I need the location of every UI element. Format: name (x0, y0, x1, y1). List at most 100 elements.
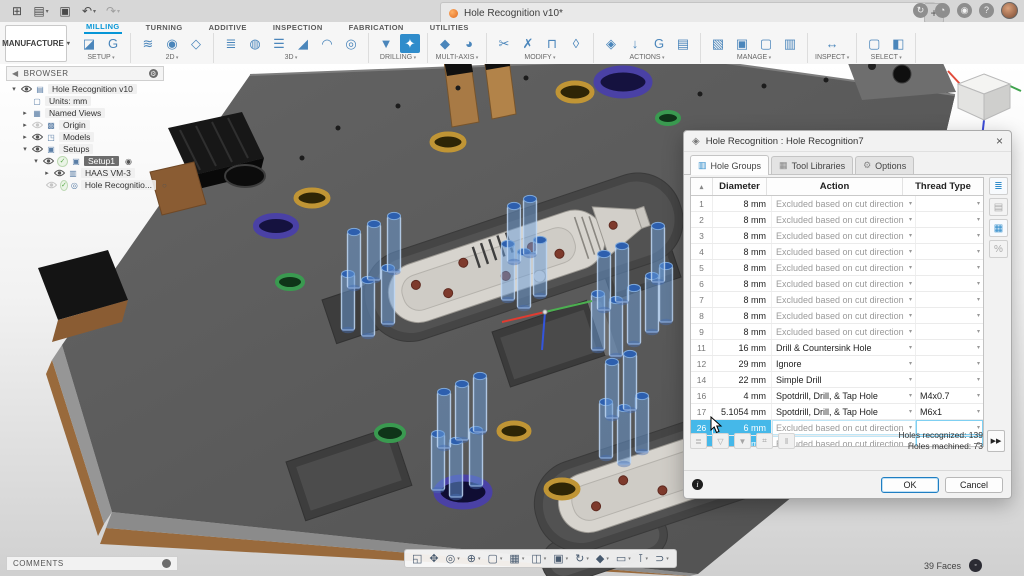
paint-select-icon[interactable]: ◧ (888, 34, 908, 53)
thread-type-select-7[interactable]: ▾ (916, 292, 983, 307)
dialog-tab-options[interactable]: ⚙ Options (855, 156, 915, 174)
visibility-eye-icon[interactable] (21, 85, 32, 93)
window-select-icon[interactable]: ▢ (864, 34, 884, 53)
hole-group-row-17[interactable]: 17 5.1054 mm Spotdrill, Drill, & Tap Hole ▾… (691, 404, 983, 420)
link-passes-icon[interactable]: ◊ (566, 34, 586, 53)
hole-group-row-4[interactable]: 48 mm Excluded based on cut direction ▾ ▾ (691, 244, 983, 260)
edit-selection-button[interactable]: ▦ (989, 219, 1008, 237)
visibility-eye-icon[interactable] (32, 121, 43, 129)
g1g2-icon[interactable]: G (649, 34, 669, 53)
hole-group-row-2[interactable]: 28 mm Excluded based on cut direction ▾ ▾ (691, 212, 983, 228)
help-icon[interactable]: ? (979, 3, 994, 18)
measure-icon[interactable]: ↔ (822, 34, 842, 53)
zoom-window-icon[interactable]: ⊕ ▾ (464, 551, 484, 566)
expand-arrow-icon[interactable]: ▾ (32, 157, 40, 165)
visibility-eye-icon[interactable] (54, 169, 65, 177)
ribbon-group-label[interactable]: SELECT (871, 54, 902, 61)
clock-icon[interactable]: ◔ (935, 3, 950, 18)
hole-group-row-7[interactable]: 78 mm Excluded based on cut direction ▾ ▾ (691, 292, 983, 308)
expand-arrow-icon[interactable]: ▾ (10, 85, 18, 93)
hole-group-row-12[interactable]: 12 29 mm Ignore ▾ ▾ (691, 356, 983, 372)
visibility-eye-icon[interactable] (46, 181, 57, 189)
thread-type-select-5[interactable]: ▾ (916, 260, 983, 275)
trim-icon[interactable]: ✂ (494, 34, 514, 53)
thread-type-select-16[interactable]: M4x0.7 ▾ (916, 388, 983, 403)
dialog-titlebar[interactable]: ◈ Hole Recognition : Hole Recognition7 × (684, 131, 1011, 152)
3d-scallop-icon[interactable]: ◠ (317, 34, 337, 53)
hole-recognition-icon[interactable]: ✦ (400, 34, 420, 53)
column-header-action[interactable]: Action (767, 178, 903, 195)
ribbon-group-label[interactable]: MODIFY (524, 54, 555, 61)
multiaxis-flow-icon[interactable]: ◕ (459, 34, 479, 53)
3d-spiral-icon[interactable]: ◎ (341, 34, 361, 53)
action-select-14[interactable]: Simple Drill ▾ (772, 372, 916, 387)
collapse-panel-icon[interactable]: ◀ (12, 69, 19, 78)
browser-item-setups[interactable]: ▾ ▣ Setups (6, 143, 164, 155)
thread-type-select-9[interactable]: ▾ (916, 324, 983, 339)
ribbon-tab-fabrication[interactable]: FABRICATION (347, 22, 406, 33)
ribbon-tab-inspection[interactable]: INSPECTION (271, 22, 325, 33)
group-by-type-button[interactable]: ▤ (989, 198, 1008, 216)
thread-type-select-4[interactable]: ▾ (916, 244, 983, 259)
thread-type-select-1[interactable]: ▾ (916, 196, 983, 211)
hole-group-row-9[interactable]: 98 mm Excluded based on cut direction ▾ ▾ (691, 324, 983, 340)
hole-group-row-1[interactable]: 18 mm Excluded based on cut direction ▾ ▾ (691, 196, 983, 212)
markup-icon[interactable]: ⊺ ▾ (635, 551, 651, 566)
thread-type-select-6[interactable]: ▾ (916, 276, 983, 291)
cancel-button[interactable]: Cancel (945, 476, 1003, 493)
action-select-6[interactable]: Excluded based on cut direction ▾ (772, 276, 916, 291)
browser-item-units-mm[interactable]: ▢ Units: mm (6, 95, 164, 107)
user-avatar[interactable] (1001, 2, 1018, 19)
column-header-diameter[interactable]: Diameter (713, 178, 767, 195)
hole-group-row-3[interactable]: 38 mm Excluded based on cut direction ▾ ▾ (691, 228, 983, 244)
action-select-5[interactable]: Excluded based on cut direction ▾ (772, 260, 916, 275)
flip-pages-button[interactable]: ▶▶ (987, 430, 1005, 452)
notifications-icon[interactable]: ◉ (957, 3, 972, 18)
thread-type-select-2[interactable]: ▾ (916, 212, 983, 227)
browser-item-origin[interactable]: ▸ ▩ Origin (6, 119, 164, 131)
3d-steep-shallow-icon[interactable]: ◢ (293, 34, 313, 53)
ribbon-tab-utilities[interactable]: UTILITIES (428, 22, 471, 33)
action-select-4[interactable]: Excluded based on cut direction ▾ (772, 244, 916, 259)
expand-arrow-icon[interactable]: ▸ (21, 109, 29, 117)
hole-group-row-8[interactable]: 88 mm Excluded based on cut direction ▾ ▾ (691, 308, 983, 324)
action-select-3[interactable]: Excluded based on cut direction ▾ (772, 228, 916, 243)
hole-group-row-6[interactable]: 68 mm Excluded based on cut direction ▾ ▾ (691, 276, 983, 292)
tool-display-icon[interactable]: ▭ ▾ (613, 551, 634, 566)
browser-item-hole-recognition-v10[interactable]: ▾ ▤ Hole Recognition v10 (6, 83, 164, 95)
ribbon-group-label[interactable]: DRILLING (380, 54, 416, 61)
new-setup-icon[interactable]: ◪ (79, 34, 99, 53)
fit-icon[interactable]: ◱ (409, 551, 425, 566)
browser-item-named-views[interactable]: ▸ ▦ Named Views (6, 107, 164, 119)
column-header-thread-type[interactable]: Thread Type (903, 178, 983, 195)
templates-icon[interactable]: ▥ (780, 34, 800, 53)
action-select-8[interactable]: Excluded based on cut direction ▾ (772, 308, 916, 323)
filter-list-icon[interactable]: ≣ (690, 433, 707, 449)
activate-radio-icon[interactable]: ◉ (125, 157, 132, 166)
action-select-7[interactable]: Excluded based on cut direction ▾ (772, 292, 916, 307)
thread-type-select-12[interactable]: ▾ (916, 356, 983, 371)
ribbon-group-label[interactable]: INSPECT (815, 54, 849, 61)
expand-arrow-icon[interactable]: ▾ (21, 145, 29, 153)
3d-adaptive-icon[interactable]: ≣ (221, 34, 241, 53)
nc-program-icon[interactable]: G (103, 34, 123, 53)
2d-chamfer-icon[interactable]: ◇ (186, 34, 206, 53)
viewport[interactable]: ◀ BROWSER ⚙ ▾ ▤ Hole Recognition v10 ▢ Unit… (0, 64, 1024, 576)
hole-group-row-11[interactable]: 11 16 mm Drill & Countersink Hole ▾ ▾ (691, 340, 983, 356)
column-header-row[interactable]: ▴ (691, 178, 713, 195)
zoom-icon[interactable]: ◎ ▾ (443, 551, 463, 566)
browser-item-haas-vm-3[interactable]: ▸ ▥ HAAS VM-3 (6, 167, 164, 179)
tool-change-icon[interactable]: ⊓ (542, 34, 562, 53)
action-select-9[interactable]: Excluded based on cut direction ▾ (772, 324, 916, 339)
tool-library-icon[interactable]: ▧ (708, 34, 728, 53)
look-at-icon[interactable]: ◆ ▾ (593, 551, 612, 566)
2d-pocket-icon[interactable]: ◉ (162, 34, 182, 53)
thread-type-select-8[interactable]: ▾ (916, 308, 983, 323)
gear-icon[interactable]: ⚙ (149, 69, 158, 78)
action-select-11[interactable]: Drill & Countersink Hole ▾ (772, 340, 916, 355)
document-tab[interactable]: Hole Recognition v10* × (440, 2, 936, 23)
ribbon-group-label[interactable]: MULTI-AXIS (436, 54, 479, 61)
2d-adaptive-icon[interactable]: ≋ (138, 34, 158, 53)
display-settings-icon[interactable]: ▢ ▾ (484, 551, 505, 566)
table-header[interactable]: ▴ Diameter Action Thread Type (691, 178, 983, 196)
